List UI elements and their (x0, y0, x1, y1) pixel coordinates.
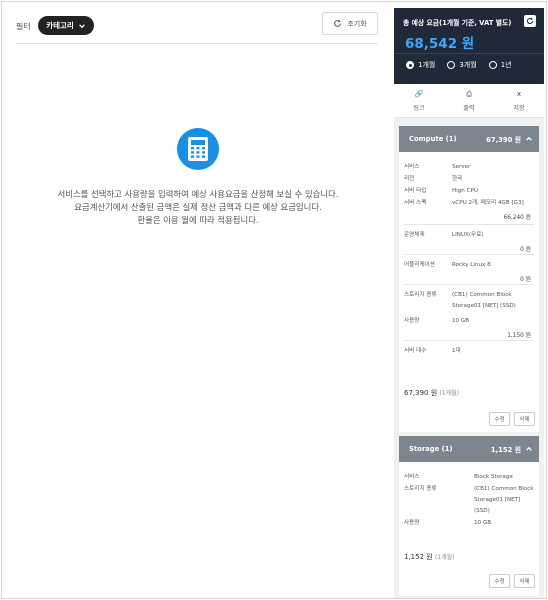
summary-refresh-button[interactable] (524, 15, 536, 27)
card-total: 67,390 원 (1개월) (404, 388, 459, 398)
subtotal: 1,150 원 (507, 333, 531, 339)
card-price: 67,390 원 (486, 136, 521, 144)
period-radio-1month[interactable]: 1개월 (406, 60, 435, 70)
divider (404, 284, 534, 285)
total-summary: 총 예상 요금(1개월 기준, VAT 별도) 68,542 원 1개월 3개월… (394, 8, 544, 84)
link-button[interactable]: 🔗 링크 (394, 84, 444, 117)
category-label: 카테고리 (46, 21, 74, 30)
period-options: 1개월 3개월 1년 (406, 60, 512, 70)
save-excel-button[interactable]: x 저장 (494, 84, 544, 117)
action-label: 출력 (463, 104, 475, 112)
print-button[interactable]: ⎙ 출력 (444, 84, 494, 117)
edit-button[interactable]: 수정 (489, 574, 510, 588)
card-title: Compute (1) (409, 135, 457, 143)
total-amount: 67,390 원 (404, 389, 438, 397)
estimate-panel: 총 예상 요금(1개월 기준, VAT 별도) 68,542 원 1개월 3개월… (394, 8, 544, 598)
calculator-main: 필터 카테고리 초기화 서비스를 선택하고 사용량을 입력하여 예상 사용요금을… (2, 2, 392, 600)
card-price: 1,152 원 (490, 446, 521, 454)
subtotal: 0 원 (520, 277, 531, 283)
radio-unchecked-icon (488, 61, 497, 69)
action-label: 링크 (413, 104, 425, 112)
reset-label: 초기화 (347, 19, 367, 28)
app-frame: 필터 카테고리 초기화 서비스를 선택하고 사용량을 입력하여 예상 사용요금을… (1, 1, 547, 599)
subtotal: 66,240 원 (503, 215, 531, 221)
divider (404, 340, 534, 341)
category-dropdown-button[interactable]: 카테고리 (38, 16, 94, 35)
period-label: 1년 (500, 61, 512, 69)
excel-icon: x (516, 89, 522, 98)
refresh-icon (334, 19, 342, 27)
summary-title: 총 예상 요금(1개월 기준, VAT 별도) (403, 19, 512, 27)
card-total: 1,152 원 (1개월) (404, 552, 455, 562)
calculator-icon (177, 128, 219, 170)
print-icon: ⎙ (466, 89, 472, 98)
radio-checked-icon (406, 61, 414, 69)
compute-card-header[interactable]: Compute (1) 67,390 원 (399, 126, 539, 152)
estimate-list[interactable]: Compute (1) 67,390 원 서비스 Server 리전 한국 서버 타… (394, 118, 544, 598)
divider (404, 254, 534, 255)
period-radio-1year[interactable]: 1년 (488, 60, 512, 70)
action-bar: 🔗 링크 ⎙ 출력 x 저장 (394, 84, 544, 118)
total-amount: 1,152 원 (404, 553, 433, 561)
action-label: 저장 (513, 104, 525, 112)
edit-button[interactable]: 수정 (489, 412, 510, 426)
radio-unchecked-icon (447, 61, 456, 69)
period-label: 3개월 (459, 61, 477, 69)
refresh-icon (527, 17, 534, 25)
delete-button[interactable]: 삭제 (514, 574, 535, 588)
empty-message-line: 환율은 이용 월에 따라 적용됩니다. (137, 215, 259, 225)
filter-label: 필터 (16, 22, 31, 31)
total-amount: 68,542 원 (405, 36, 475, 52)
storage-card: Storage (1) 1,152 원 서비스 Block Storage 스토리… (399, 436, 539, 596)
empty-message-line: 요금계산기에서 산출된 금액은 실제 정산 금액과 다른 예상 요금입니다. (74, 202, 322, 212)
period-radio-3months[interactable]: 3개월 (447, 60, 477, 70)
divider (404, 224, 534, 225)
total-period: (1개월) (434, 554, 455, 561)
chevron-up-icon[interactable] (525, 445, 533, 453)
empty-message-line: 서비스를 선택하고 사용량을 입력하여 예상 사용요금을 산정해 보실 수 있습… (57, 189, 339, 199)
subtotal: 0 원 (520, 247, 531, 253)
divider (394, 53, 544, 54)
filter-bar: 필터 카테고리 초기화 (16, 12, 378, 44)
total-period: (1개월) (439, 390, 459, 397)
chevron-down-icon (78, 23, 85, 28)
empty-state-message: 서비스를 선택하고 사용량을 입력하여 예상 사용요금을 산정해 보실 수 있습… (22, 188, 374, 227)
link-icon: 🔗 (414, 89, 424, 98)
compute-card: Compute (1) 67,390 원 서비스 Server 리전 한국 서버 타… (399, 126, 539, 432)
card-title: Storage (1) (409, 445, 453, 453)
reset-button[interactable]: 초기화 (322, 12, 378, 35)
period-label: 1개월 (418, 61, 436, 69)
storage-card-header[interactable]: Storage (1) 1,152 원 (399, 436, 539, 462)
chevron-up-icon[interactable] (525, 135, 533, 143)
delete-button[interactable]: 삭제 (514, 412, 535, 426)
